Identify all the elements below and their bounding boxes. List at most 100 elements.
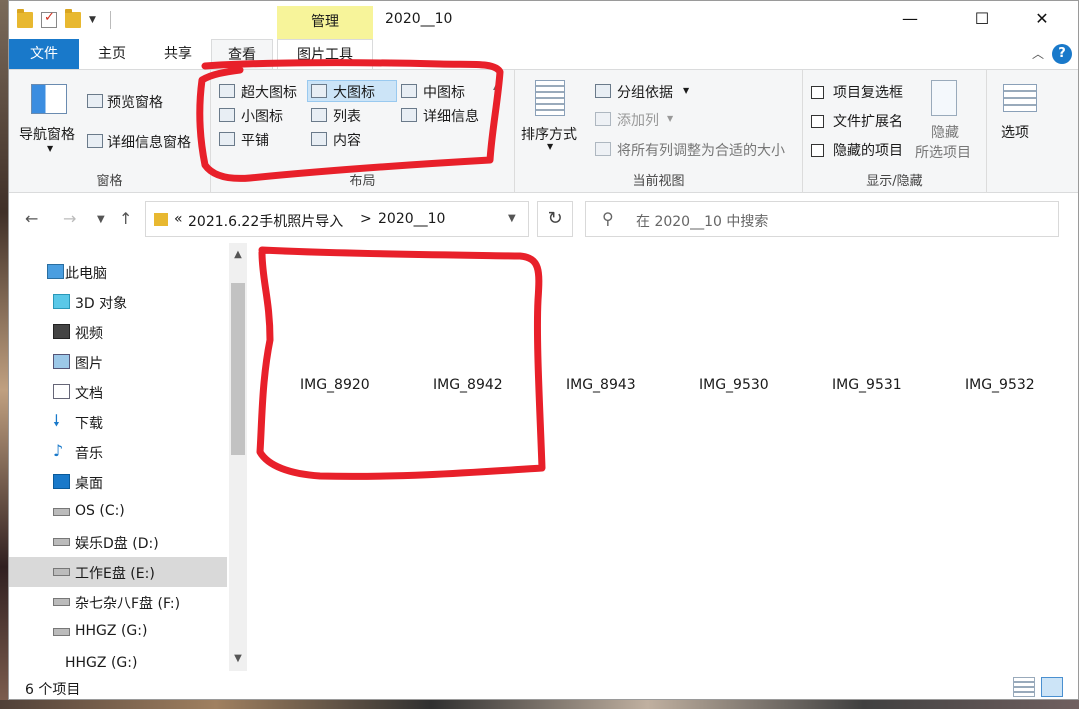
tab-view[interactable]: 查看 <box>211 39 273 69</box>
nav-item-label: 3D 对象 <box>75 296 128 312</box>
search-box[interactable]: ⚲ 在 2020__10 中搜索 <box>585 201 1059 237</box>
ribbon-tabs: 文件 主页 共享 查看 图片工具 ︿ ? <box>9 39 1078 69</box>
video-icon <box>53 324 70 339</box>
layout-scroll-up-icon[interactable]: ▲ <box>493 82 499 91</box>
nav-item-desktop[interactable]: 桌面 <box>9 467 227 497</box>
nav-item-3d-objects[interactable]: 3D 对象 <box>9 287 227 317</box>
file-item[interactable]: IMG_9532 <box>965 377 1035 393</box>
nav-pane-button[interactable]: 导航窗格 ▼ <box>17 78 85 162</box>
drive-icon <box>53 568 70 576</box>
file-list: IMG_8920 IMG_8942 IMG_8943 IMG_9530 IMG_… <box>249 243 1079 671</box>
nav-item-videos[interactable]: 视频 <box>9 317 227 347</box>
scroll-up-icon[interactable]: ▲ <box>229 249 247 260</box>
scroll-down-icon[interactable]: ▼ <box>229 653 247 664</box>
hidden-items-checkbox[interactable] <box>811 144 824 157</box>
tab-file[interactable]: 文件 <box>9 39 79 69</box>
file-item[interactable]: IMG_9531 <box>832 377 902 393</box>
details-view-icon[interactable] <box>1013 677 1035 697</box>
properties-icon[interactable] <box>41 10 57 28</box>
help-icon[interactable]: ? <box>1052 44 1072 64</box>
file-item[interactable]: IMG_8943 <box>566 377 636 393</box>
sort-by-button[interactable]: 排序方式 ▼ <box>519 76 585 160</box>
pictures-icon <box>53 354 70 369</box>
tab-manage-context[interactable]: 管理 <box>277 6 373 39</box>
layout-medium-icons[interactable]: 中图标 <box>423 82 465 102</box>
file-item[interactable]: IMG_8942 <box>433 377 503 393</box>
layout-list[interactable]: 列表 <box>333 106 361 126</box>
nav-item-drive-e[interactable]: 工作E盘 (E:) <box>9 557 227 587</box>
navigation-pane: 此电脑 3D 对象 视频 图片 文档 🠗 下载 ♪ 音乐 桌面 OS (C:) … <box>9 243 249 671</box>
group-label-show-hide: 显示/隐藏 <box>866 174 923 189</box>
fit-columns-button[interactable]: 将所有列调整为合适的大小 <box>617 140 785 160</box>
nav-item-drive-g-network[interactable]: HHGZ (G:) <box>9 651 227 671</box>
tab-picture-tools[interactable]: 图片工具 <box>277 39 373 69</box>
maximize-button[interactable]: ☐ <box>959 9 1005 28</box>
file-item[interactable]: IMG_8920 <box>300 377 370 393</box>
documents-icon <box>53 384 70 399</box>
hide-selected-button[interactable]: 隐藏 所选项目 <box>915 76 985 164</box>
breadcrumb-separator[interactable]: > <box>360 211 372 227</box>
file-extensions-checkbox[interactable] <box>811 115 824 128</box>
nav-item-drive-f[interactable]: 杂七杂八F盘 (F:) <box>9 587 227 617</box>
customize-toolbar-dropdown-icon[interactable]: ▼ <box>89 15 96 25</box>
desktop-background-left <box>0 0 8 709</box>
chevron-down-icon: ▼ <box>47 144 54 153</box>
nav-item-drive-g[interactable]: HHGZ (G:) <box>9 617 227 647</box>
layout-small-icons[interactable]: 小图标 <box>241 106 283 126</box>
group-panes: 导航窗格 ▼ 预览窗格 详细信息窗格 窗格 <box>9 70 211 193</box>
nav-item-drive-d[interactable]: 娱乐D盘 (D:) <box>9 527 227 557</box>
nav-item-pictures[interactable]: 图片 <box>9 347 227 377</box>
breadcrumb-overflow[interactable]: « <box>174 211 183 227</box>
breadcrumb-current[interactable]: 2020__10 <box>378 211 445 227</box>
breadcrumb-parent[interactable]: 2021.6.22手机照片导入 <box>188 211 343 231</box>
layout-details[interactable]: 详细信息 <box>423 106 479 126</box>
tab-share[interactable]: 共享 <box>149 39 207 69</box>
nav-item-downloads[interactable]: 🠗 下载 <box>9 407 227 437</box>
hide-selected-label-2: 所选项目 <box>915 145 971 161</box>
forward-arrow-icon[interactable]: → <box>63 209 76 228</box>
close-button[interactable]: ✕ <box>1019 9 1065 28</box>
add-columns-button[interactable]: 添加列 <box>617 110 659 130</box>
options-button[interactable]: 选项 <box>993 78 1049 148</box>
search-input[interactable]: 在 2020__10 中搜索 <box>636 211 768 231</box>
status-bar: 6 个项目 <box>9 673 1078 701</box>
nav-item-drive-c[interactable]: OS (C:) <box>9 497 227 527</box>
address-history-chevron-icon[interactable]: ▼ <box>508 213 516 224</box>
navigation-pane-scrollbar[interactable]: ▲ ▼ <box>229 243 247 671</box>
address-bar[interactable]: « 2021.6.22手机照片导入 > 2020__10 ▼ <box>145 201 529 237</box>
medium-icons-icon <box>401 84 417 98</box>
details-pane-button[interactable]: 详细信息窗格 <box>107 132 191 152</box>
item-checkboxes-checkbox[interactable] <box>811 86 824 99</box>
scrollbar-thumb[interactable] <box>231 283 245 455</box>
drive-icon <box>53 538 70 546</box>
large-icons-icon <box>311 84 327 98</box>
folder-icon[interactable] <box>17 9 33 28</box>
new-folder-icon[interactable] <box>65 9 81 28</box>
large-icons-view-icon[interactable] <box>1041 677 1063 697</box>
layout-extra-large-icons[interactable]: 超大图标 <box>241 82 297 102</box>
preview-pane-button[interactable]: 预览窗格 <box>107 92 163 112</box>
preview-pane-icon <box>87 94 103 108</box>
nav-item-music[interactable]: ♪ 音乐 <box>9 437 227 467</box>
refresh-button[interactable]: ↻ <box>537 201 573 237</box>
download-icon: 🠗 <box>53 411 60 430</box>
nav-item-this-pc[interactable]: 此电脑 <box>9 257 227 287</box>
nav-item-documents[interactable]: 文档 <box>9 377 227 407</box>
collapse-ribbon-icon[interactable]: ︿ <box>1032 45 1044 62</box>
minimize-button[interactable]: — <box>887 9 933 28</box>
drive-icon <box>53 508 70 516</box>
nav-item-label: HHGZ (G:) <box>65 655 138 671</box>
layout-tiles[interactable]: 平铺 <box>241 130 269 150</box>
file-item[interactable]: IMG_9530 <box>699 377 769 393</box>
tab-home[interactable]: 主页 <box>83 39 141 69</box>
chevron-down-icon: ▼ <box>683 86 690 95</box>
layout-content[interactable]: 内容 <box>333 130 361 150</box>
recent-locations-chevron-icon[interactable]: ▼ <box>97 214 105 225</box>
up-arrow-icon[interactable]: ↑ <box>119 209 132 228</box>
back-arrow-icon[interactable]: ← <box>25 209 38 228</box>
title-bar: ▼ 管理 2020__10 — ☐ ✕ <box>9 1 1078 39</box>
nav-item-label: OS (C:) <box>75 503 125 519</box>
nav-item-label: 文档 <box>75 386 103 402</box>
layout-large-icons[interactable]: 大图标 <box>333 82 375 102</box>
group-by-button[interactable]: 分组依据 <box>617 82 673 102</box>
